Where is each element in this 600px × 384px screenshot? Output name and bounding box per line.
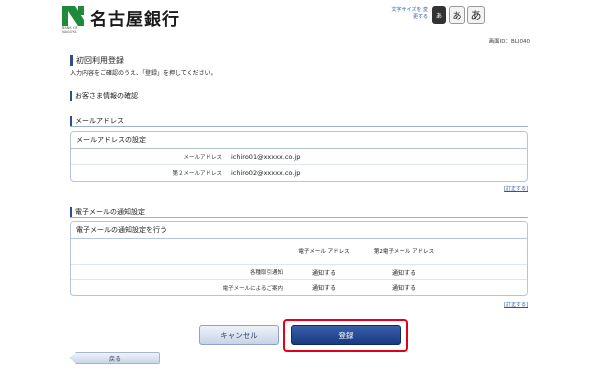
notify-cell: 通知する (311, 285, 336, 292)
font-size-medium-button[interactable]: あ (449, 6, 465, 24)
header: 名古屋銀行 BANK OF NAGOYA 文字サイズを 変更する あ あ あ (0, 0, 600, 34)
table-row: 第２メールアドレス ichiro02@xxxxx.co.jp (71, 165, 527, 181)
section-divider (70, 126, 528, 127)
table-row: メールアドレス ichiro01@xxxxx.co.jp (71, 149, 527, 165)
notify-row-label: 各種取引通知 (249, 270, 283, 276)
notify-row-label: 電子メールによるご案内 (222, 285, 283, 292)
register-button[interactable]: 登録 (291, 325, 401, 345)
notify-cell: 通知する (391, 285, 416, 292)
notify-cell: 通知する (391, 269, 416, 277)
bank-logo-icon (62, 6, 84, 26)
mail-section-heading: メールアドレス (70, 116, 124, 126)
bank-name: 名古屋銀行 (90, 10, 180, 30)
edit-mail-link[interactable]: [訂正する] (504, 185, 528, 192)
cancel-button[interactable]: キャンセル (199, 325, 279, 345)
page-description: 入力内容をご確認のうえ、「登録」を押してください。 (70, 70, 217, 77)
second-mail-value: ichiro02@xxxxx.co.jp (231, 169, 301, 177)
customer-info-heading: お客さま情報の確認 (70, 91, 138, 101)
second-mail-label: 第２メールアドレス (172, 171, 222, 177)
col-header-email: 電子メール アドレス (298, 248, 350, 255)
back-button[interactable]: 戻る (70, 352, 160, 364)
bank-name-english: BANK OF NAGOYA (62, 26, 78, 34)
table-row: 電子メールによるご案内 通知する 通知する (71, 280, 527, 295)
notify-settings-panel: 電子メールの通知設定を行う 電子メール アドレス 第2電子メール アドレス 各種… (70, 221, 528, 296)
font-size-label: 文字サイズを 変更する (391, 7, 428, 20)
notify-cell: 通知する (311, 269, 336, 277)
page-title: 初回利用登録 (70, 55, 124, 66)
table-header-row: 電子メール アドレス 第2電子メール アドレス (71, 239, 527, 265)
mail-panel-title: メールアドレスの設定 (71, 132, 527, 149)
table-row: 各種取引通知 通知する 通知する (71, 265, 527, 280)
notify-section-heading: 電子メールの通知設定 (70, 207, 145, 217)
screen-id: 画面ID：BLI040 (488, 39, 530, 45)
col-header-second-email: 第2電子メール アドレス (373, 248, 435, 255)
mail-settings-panel: メールアドレスの設定 メールアドレス ichiro01@xxxxx.co.jp … (70, 131, 528, 182)
section-divider (70, 217, 528, 218)
mail-value: ichiro01@xxxxx.co.jp (231, 152, 301, 161)
font-size-large-button[interactable]: あ (467, 6, 485, 24)
edit-notify-link[interactable]: [訂正する] (504, 301, 528, 308)
mail-label: メールアドレス (183, 154, 222, 161)
notify-panel-title: 電子メールの通知設定を行う (71, 222, 527, 239)
font-size-small-button[interactable]: あ (432, 6, 446, 24)
